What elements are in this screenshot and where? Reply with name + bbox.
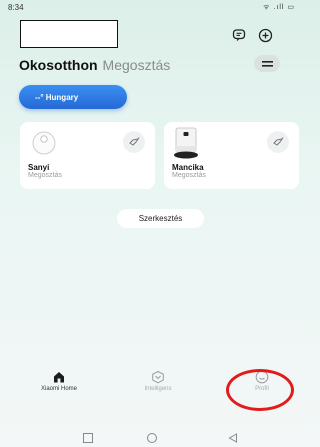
device-card-mancika[interactable]: Mancika Megosztás — [164, 122, 299, 189]
device-name: Mancika — [172, 163, 204, 172]
shared-hand-icon — [129, 137, 140, 146]
device-card-sanyi[interactable]: Sanyi Megosztás — [20, 122, 155, 189]
nav-item-home[interactable]: Xiaomi Home — [19, 370, 99, 392]
share-button[interactable] — [267, 131, 289, 153]
tab-smart-home[interactable]: Okosotthon — [19, 57, 98, 73]
vacuum-station-icon — [174, 127, 198, 159]
status-bar: 8:34 ᯤ .ıll ▭ — [0, 0, 305, 16]
device-subtitle: Megosztás — [172, 172, 206, 179]
add-device-button[interactable] — [256, 26, 274, 44]
device-subtitle: Megosztás — [28, 172, 62, 179]
highlight-circle-annotation — [226, 369, 294, 411]
back-triangle-icon[interactable] — [227, 432, 239, 444]
shared-hand-icon — [273, 137, 284, 146]
share-button[interactable] — [123, 131, 145, 153]
message-icon — [232, 29, 246, 41]
plus-circle-icon — [258, 28, 272, 42]
smart-cube-icon — [152, 370, 164, 384]
status-icons: ᯤ .ıll ▭ — [263, 4, 295, 11]
nav-label: Intelligens — [144, 386, 172, 392]
edit-button[interactable]: Szerkesztés — [117, 209, 204, 228]
menu-button[interactable] — [254, 55, 280, 72]
nav-item-intelligent[interactable]: Intelligens — [118, 370, 198, 392]
nav-label: Xiaomi Home — [40, 386, 77, 392]
robot-vacuum-icon — [32, 131, 56, 155]
message-button[interactable] — [230, 26, 248, 44]
tab-shared[interactable]: Megosztás — [103, 57, 171, 73]
system-nav-bar — [0, 430, 305, 447]
recent-apps-icon[interactable] — [82, 432, 94, 444]
home-tabs: Okosotthon Megosztás — [19, 57, 170, 75]
status-time: 8:34 — [8, 3, 24, 12]
hamburger-icon — [261, 60, 273, 67]
region-label: --° Hungary — [35, 92, 79, 102]
device-name: Sanyi — [28, 163, 50, 172]
weather-region-pill[interactable]: --° Hungary — [19, 85, 127, 109]
edit-label: Szerkesztés — [138, 214, 183, 223]
home-circle-icon[interactable] — [146, 432, 158, 444]
home-icon — [54, 372, 64, 383]
home-title-redacted[interactable] — [20, 20, 118, 48]
